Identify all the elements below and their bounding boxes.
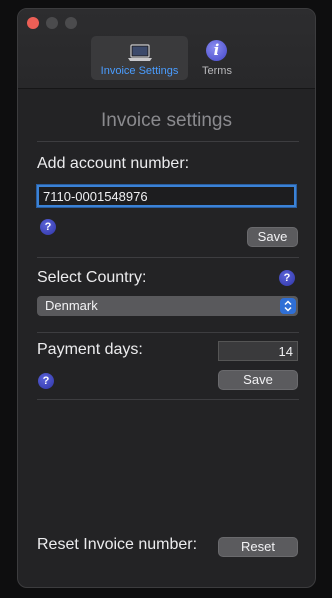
page-title: Invoice settings [101,110,232,131]
select-country-label: Select Country: [37,269,147,286]
invoice-settings-panel: Invoice settings Add account number: ? S… [18,89,315,587]
tab-invoice-settings[interactable]: Invoice Settings [91,36,188,80]
divider [37,141,299,142]
chevron-updown-icon [280,298,296,314]
tab-terms[interactable]: i Terms [196,36,238,80]
account-number-label: Add account number: [37,155,190,172]
payment-save-button[interactable]: Save [218,370,298,390]
payment-days-label: Payment days: [37,341,143,358]
account-number-input[interactable] [37,185,296,207]
country-help-icon[interactable]: ? [279,270,295,286]
reset-invoice-label: Reset Invoice number: [37,536,198,553]
account-help-icon[interactable]: ? [40,219,56,235]
minimize-window-button[interactable] [46,17,58,29]
laptop-icon [128,44,152,61]
tab-invoice-settings-label: Invoice Settings [100,65,179,77]
titlebar: Invoice Settings i Terms [18,9,315,89]
maximize-window-button[interactable] [65,17,77,29]
country-select-value: Denmark [45,298,98,313]
account-save-button[interactable]: Save [247,227,298,247]
info-icon: i [206,40,227,61]
divider [37,399,299,400]
payment-days-input[interactable] [218,341,298,361]
country-select[interactable]: Denmark [37,296,298,316]
close-window-button[interactable] [27,17,39,29]
reset-button[interactable]: Reset [218,537,298,557]
payment-help-icon[interactable]: ? [38,373,54,389]
divider [37,257,299,258]
preferences-window: Invoice Settings i Terms Invoice setting… [17,8,316,588]
tab-terms-label: Terms [202,65,232,77]
divider [37,332,299,333]
